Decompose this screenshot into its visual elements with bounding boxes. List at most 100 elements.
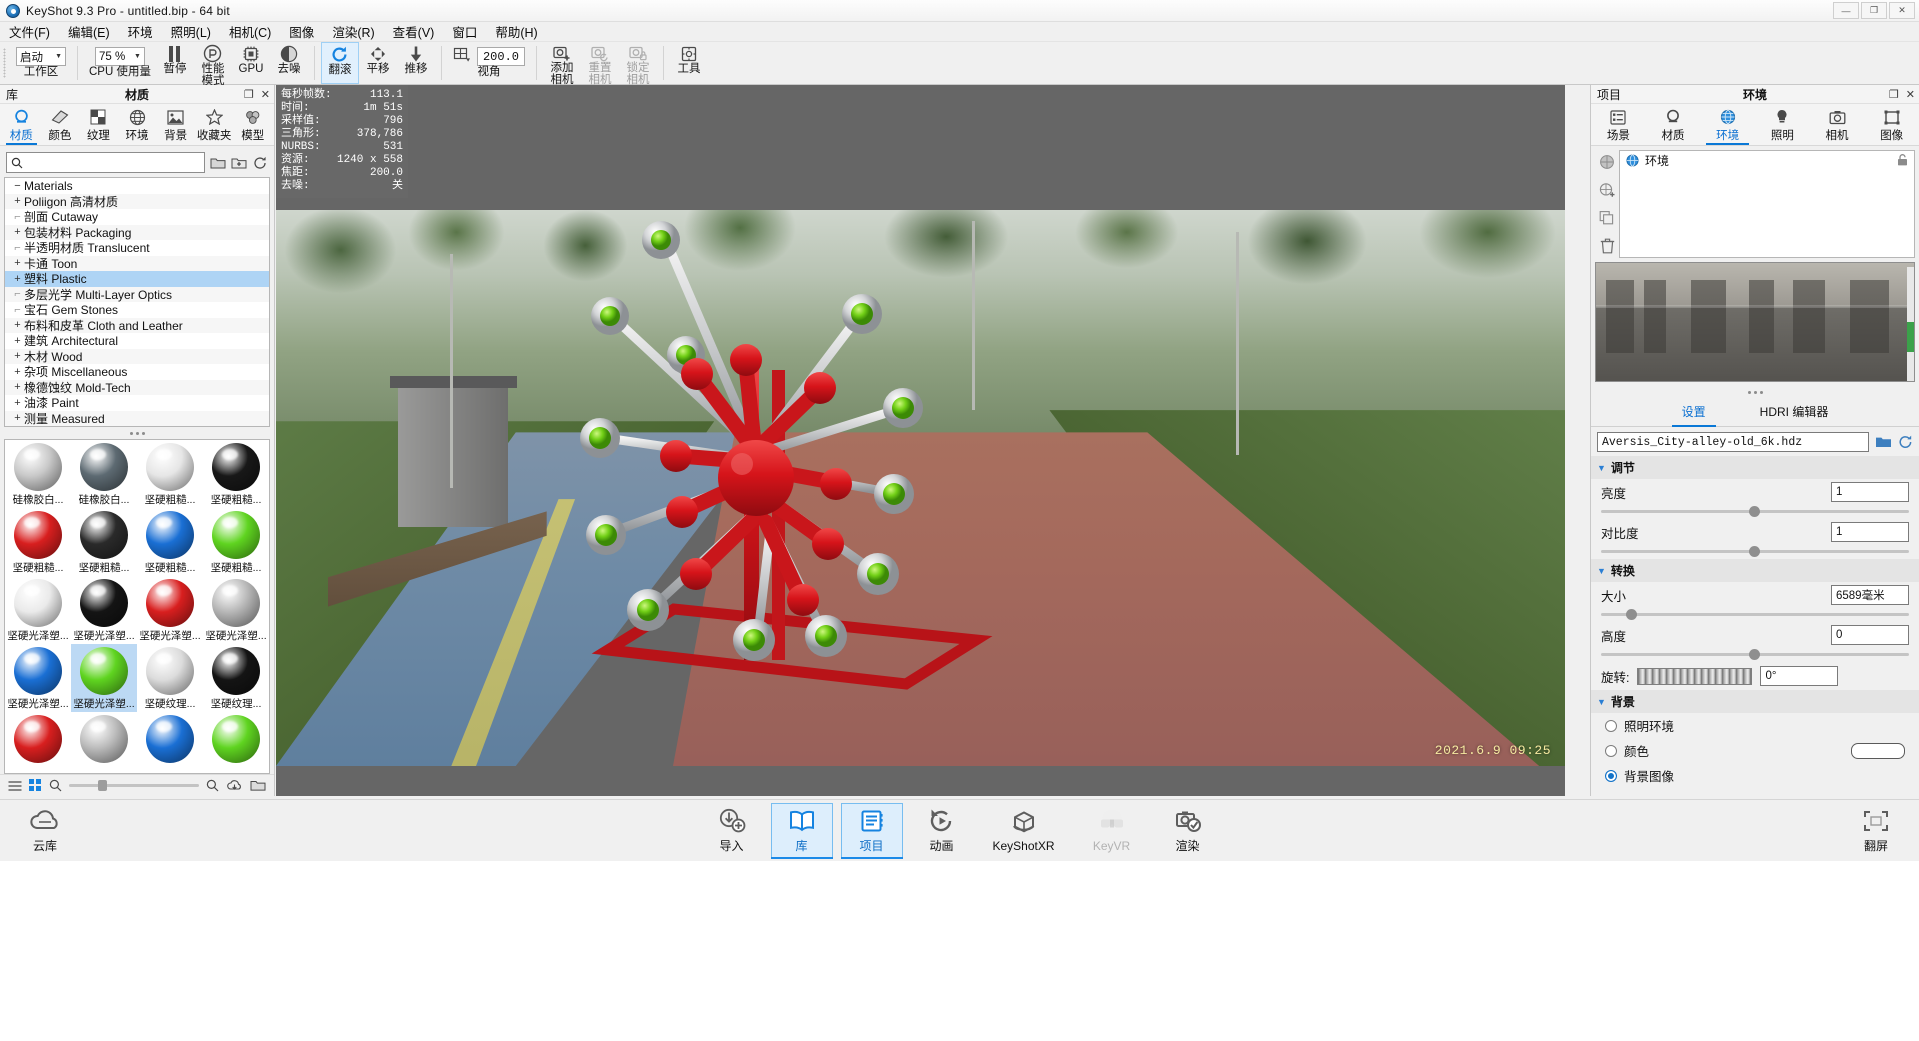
material-thumbnail[interactable]: 坚硬粗糙... bbox=[5, 508, 71, 576]
duplicate-environment-icon[interactable] bbox=[1598, 209, 1616, 227]
environment-list-item[interactable]: 环境 bbox=[1620, 151, 1914, 169]
folder-open-icon[interactable] bbox=[1875, 435, 1892, 449]
tree-item-paint[interactable]: + 油漆 Paint bbox=[5, 395, 269, 411]
size-input[interactable]: 6589毫米 bbox=[1831, 585, 1909, 605]
radio-background-image[interactable]: 背景图像 bbox=[1591, 763, 1919, 788]
cpu-usage-combo[interactable]: 75 % ▼ bbox=[94, 47, 145, 66]
reset-camera-button[interactable]: 重置 相机 bbox=[581, 42, 619, 85]
height-input[interactable]: 0 bbox=[1831, 625, 1909, 645]
project-tab-lighting[interactable]: 照明 bbox=[1755, 104, 1810, 145]
tab-materials[interactable]: 材质 bbox=[2, 104, 41, 145]
transform-section-header[interactable]: ▼ 转换 bbox=[1591, 559, 1919, 582]
cloud-download-icon[interactable] bbox=[226, 779, 243, 792]
tree-expander-icon[interactable]: + bbox=[11, 335, 24, 347]
adjust-section-header[interactable]: ▼ 调节 bbox=[1591, 456, 1919, 479]
tree-item-architectural[interactable]: + 建筑 Architectural bbox=[5, 333, 269, 349]
project-tab-camera[interactable]: 相机 bbox=[1810, 104, 1865, 145]
close-button[interactable]: ✕ bbox=[1889, 2, 1915, 19]
material-thumbnail[interactable]: 坚硬光泽塑... bbox=[5, 576, 71, 644]
tree-item-materials[interactable]: − Materials bbox=[5, 178, 269, 194]
height-slider[interactable] bbox=[1601, 648, 1909, 660]
material-thumbnail[interactable]: 坚硬光泽塑... bbox=[71, 576, 137, 644]
material-thumbnail[interactable]: 坚硬光泽塑... bbox=[71, 644, 137, 712]
render-viewport[interactable]: 2021.6.9 09:25 每秒帧数: 113.1 时间: 1m 51s 采样值: 79… bbox=[276, 85, 1565, 796]
pause-button[interactable]: 暂停 bbox=[156, 42, 194, 84]
list-view-icon[interactable] bbox=[8, 780, 22, 792]
material-thumbnail[interactable] bbox=[203, 712, 269, 773]
taskbar-library[interactable]: 库 bbox=[770, 802, 833, 859]
size-slider[interactable] bbox=[1601, 608, 1909, 620]
project-tab-scene[interactable]: 场景 bbox=[1591, 104, 1646, 145]
add-environment-icon[interactable] bbox=[1598, 181, 1616, 199]
menu-help[interactable]: 帮助(H) bbox=[486, 20, 546, 43]
folder-open-icon[interactable] bbox=[209, 154, 226, 171]
performance-mode-button[interactable]: 性能 模式 bbox=[194, 42, 232, 86]
taskbar-keyshotxr[interactable]: KeyShotXR bbox=[981, 803, 1067, 859]
tree-item-plastic[interactable]: + 塑料 Plastic bbox=[5, 271, 269, 287]
materials-tree[interactable]: − Materials + Poliigon 高清材质 ⌐ 剖面 Cutaway + 包装材料… bbox=[4, 177, 270, 427]
tree-item-miscellaneous[interactable]: + 杂项 Miscellaneous bbox=[5, 364, 269, 380]
slider-knob[interactable] bbox=[97, 780, 107, 791]
denoise-button[interactable]: 去噪 bbox=[270, 42, 308, 84]
tree-expander-icon[interactable]: + bbox=[11, 257, 24, 269]
maximize-button[interactable]: ❐ bbox=[1861, 2, 1887, 19]
project-panel-resize-handle[interactable] bbox=[1591, 386, 1919, 398]
dolly-button[interactable]: 推移 bbox=[397, 42, 435, 84]
tree-expander-icon[interactable]: + bbox=[11, 273, 24, 285]
radio-button[interactable] bbox=[1605, 744, 1617, 757]
tree-item-cutaway[interactable]: ⌐ 剖面 Cutaway bbox=[5, 209, 269, 225]
perspective-control[interactable]: 200.0 视角 bbox=[448, 42, 530, 84]
tab-textures[interactable]: 纹理 bbox=[79, 104, 118, 145]
tree-expander-icon[interactable]: + bbox=[11, 381, 24, 393]
zoom-icon[interactable] bbox=[49, 779, 62, 792]
material-thumbnail[interactable] bbox=[5, 712, 71, 773]
tab-environments[interactable]: 环境 bbox=[118, 104, 157, 145]
tree-item-cloth-and-leather[interactable]: + 布料和皮革 Cloth and Leather bbox=[5, 317, 269, 333]
perspective-value-field[interactable]: 200.0 bbox=[476, 47, 525, 66]
tree-item-mold-tech[interactable]: + 橡德蚀纹 Mold-Tech bbox=[5, 379, 269, 395]
taskbar-animation[interactable]: 动画 bbox=[911, 803, 973, 859]
taskbar-project[interactable]: 项目 bbox=[840, 802, 903, 859]
tree-item-multi-layer-optics[interactable]: ⌐ 多层光学 Multi-Layer Optics bbox=[5, 286, 269, 302]
tree-expander-icon[interactable]: + bbox=[11, 366, 24, 378]
minimize-button[interactable]: — bbox=[1833, 2, 1859, 19]
toolbar-grip[interactable] bbox=[0, 42, 9, 84]
radio-lighting-env[interactable]: 照明环境 bbox=[1591, 713, 1919, 738]
folder-icon[interactable] bbox=[250, 779, 266, 792]
tab-backgrounds[interactable]: 背景 bbox=[156, 104, 195, 145]
radio-button[interactable] bbox=[1605, 719, 1617, 732]
tree-item-poliigon[interactable]: + Poliigon 高清材质 bbox=[5, 193, 269, 209]
project-tab-image[interactable]: 图像 bbox=[1864, 104, 1919, 145]
taskbar-render[interactable]: 渲染 bbox=[1157, 803, 1219, 859]
material-thumbnail[interactable]: 坚硬粗糙... bbox=[203, 508, 269, 576]
menu-file[interactable]: 文件(F) bbox=[0, 20, 59, 43]
tree-item-gem-stones[interactable]: ⌐ 宝石 Gem Stones bbox=[5, 302, 269, 318]
tree-expander-icon[interactable]: + bbox=[11, 397, 24, 409]
hdri-file-field[interactable]: Aversis_City-alley-old_6k.hdz bbox=[1597, 432, 1869, 452]
menu-image[interactable]: 图像 bbox=[280, 20, 323, 43]
hdri-editor-tab[interactable]: HDRI 编辑器 bbox=[1750, 401, 1839, 424]
tree-expander-icon[interactable]: − bbox=[11, 180, 24, 192]
brightness-slider[interactable] bbox=[1601, 505, 1909, 517]
tree-expander-icon[interactable]: + bbox=[11, 319, 24, 331]
material-thumbnail[interactable]: 坚硬光泽塑... bbox=[203, 576, 269, 644]
refresh-icon[interactable] bbox=[1898, 435, 1913, 449]
workspace-combo[interactable]: 启动 ▼ bbox=[16, 47, 66, 66]
search-small-icon[interactable] bbox=[206, 779, 219, 792]
restore-window-icon[interactable]: ❐ bbox=[1889, 88, 1899, 101]
material-thumbnail[interactable]: 坚硬粗糙... bbox=[203, 440, 269, 508]
pan-button[interactable]: 平移 bbox=[359, 42, 397, 84]
menu-environment[interactable]: 环境 bbox=[119, 20, 162, 43]
settings-tab[interactable]: 设置 bbox=[1671, 401, 1716, 427]
contrast-slider[interactable] bbox=[1601, 545, 1909, 557]
tree-expander-icon[interactable]: + bbox=[11, 412, 24, 424]
gpu-button[interactable]: GPU bbox=[232, 42, 270, 84]
search-input[interactable] bbox=[27, 155, 200, 170]
tools-button[interactable]: 工具 bbox=[670, 42, 708, 84]
search-box[interactable] bbox=[6, 152, 205, 173]
tree-item-wood[interactable]: + 木材 Wood bbox=[5, 348, 269, 364]
rotation-input[interactable]: 0° bbox=[1760, 666, 1839, 686]
rotation-dial[interactable] bbox=[1637, 667, 1753, 685]
close-icon[interactable]: ✕ bbox=[1906, 88, 1915, 101]
tree-item-measured[interactable]: + 测量 Measured bbox=[5, 410, 269, 426]
